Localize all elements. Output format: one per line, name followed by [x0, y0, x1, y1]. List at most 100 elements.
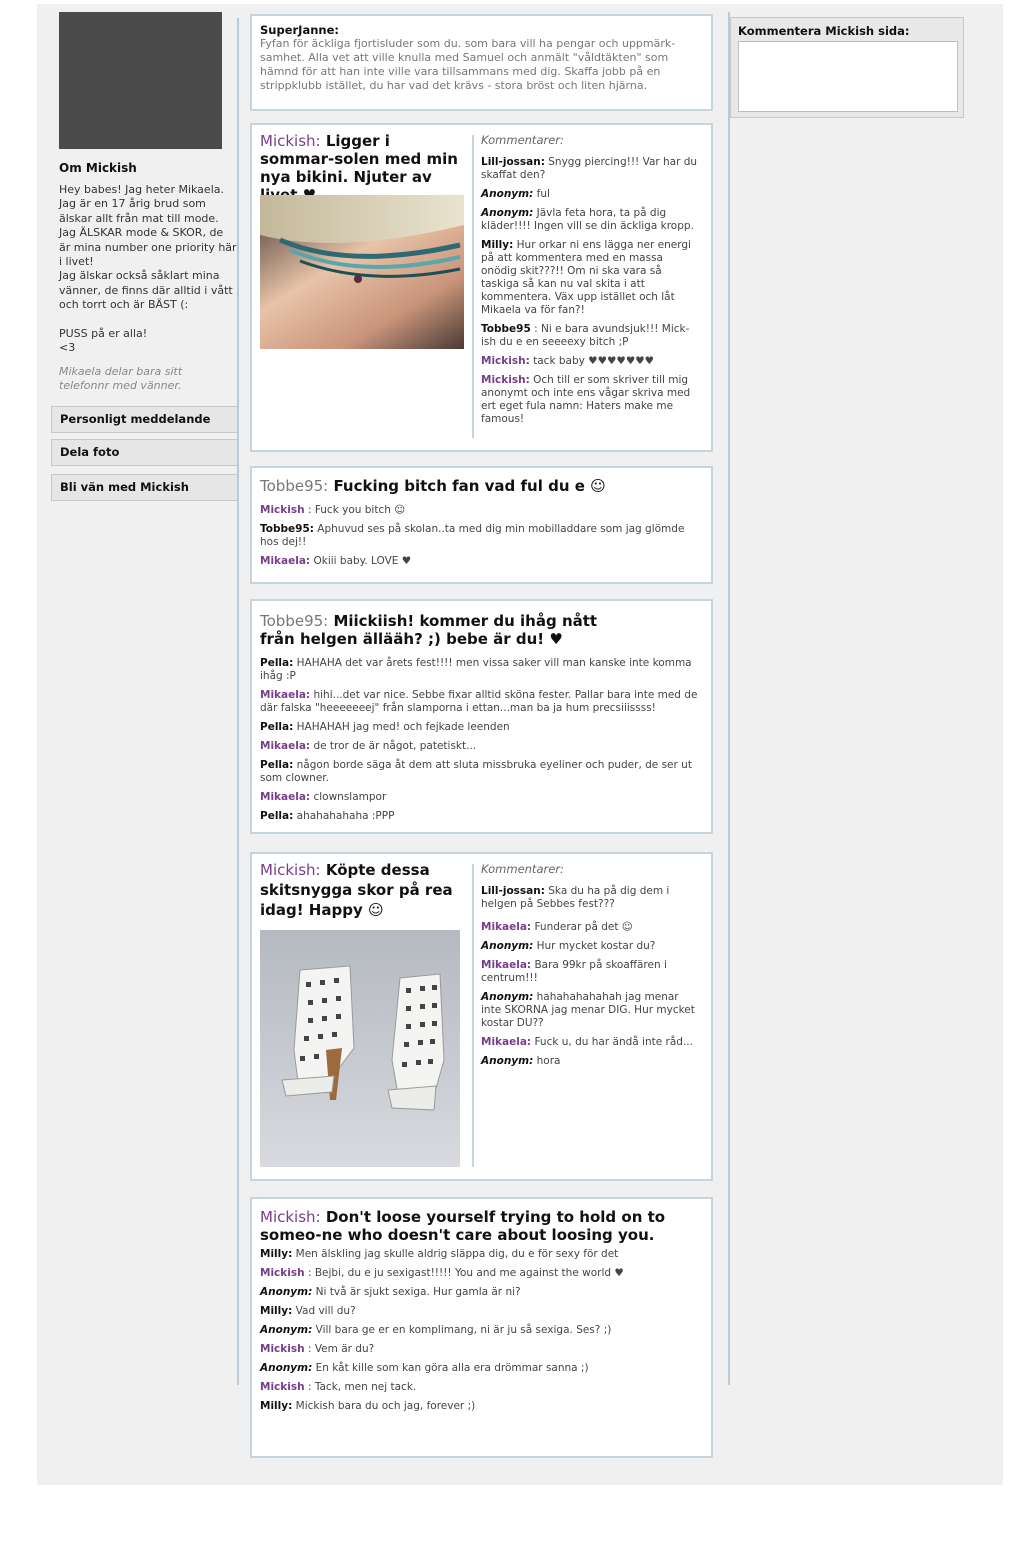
comment-item: Milly: Vad vill du? [260, 1305, 705, 1318]
comment-item: Anonym: hora [481, 1055, 699, 1068]
post-title: Tobbe95: Fucking bitch fan vad ful du e … [260, 477, 705, 495]
personal-message-button[interactable]: Personligt meddelande [51, 405, 238, 433]
comment-author[interactable]: Anonym: [481, 991, 533, 1003]
post-author[interactable]: Mickish: [260, 132, 321, 150]
comment-author[interactable]: Anonym: [260, 1362, 312, 1374]
comment-item: Mickish : Vem är du? [260, 1343, 705, 1356]
comment-item: Milly: Men älskling jag skulle aldrig sl… [260, 1248, 705, 1261]
comment-text: ahahahahaha :PPP [296, 810, 395, 822]
comment-author: SuperJanne: [260, 23, 339, 37]
post-author[interactable]: Mickish: [260, 1208, 321, 1226]
comment-author[interactable]: Milly: [260, 1305, 292, 1317]
post-author[interactable]: Mickish: [260, 861, 321, 879]
comment-item: Mikaela: clownslampor [260, 791, 705, 804]
post-card: Mickish: Ligger i sommar-solen med min n… [250, 123, 713, 452]
wall-comment-card: SuperJanne: Fyfan för äckliga fjortislud… [250, 14, 713, 111]
post-title: Tobbe95: Miickiish! kommer du ihåg nått … [260, 612, 630, 648]
comment-item: Mickish: tack baby ♥♥♥♥♥♥♥ [481, 355, 699, 368]
comment-author[interactable]: Mikaela: [260, 689, 310, 701]
comment-text: någon borde säga åt dem att sluta missbr… [260, 759, 692, 784]
comment-author[interactable]: Pella: [260, 657, 293, 669]
comment-text: Men älskling jag skulle aldrig släppa di… [295, 1248, 619, 1260]
comment-author[interactable]: Anonym: [260, 1324, 312, 1336]
comment-text: hora [536, 1055, 561, 1067]
comment-text: Vill bara ge er en komplimang, ni är ju … [315, 1324, 612, 1336]
share-photo-button[interactable]: Dela foto [51, 438, 238, 466]
comment-item: Anonym: En kåt kille som kan göra alla e… [260, 1362, 705, 1375]
comment-author[interactable]: Mickish: [481, 355, 530, 367]
column-separator [472, 864, 474, 1167]
comment-item: Tobbe95 : Ni e bara avundsjuk!!! Mick-is… [481, 323, 699, 349]
post-card: Mickish: Don't loose yourself trying to … [250, 1197, 713, 1458]
comment-author[interactable]: Mickish [260, 1343, 305, 1355]
comment-author[interactable]: Mickish: [481, 374, 530, 386]
comments-column: Kommentarer: Lill-jossan: Snygg piercing… [481, 133, 699, 432]
comment-author[interactable]: Mikaela: [260, 740, 310, 752]
comment-author[interactable]: Anonym: [481, 940, 533, 952]
comment-author[interactable]: Tobbe95: [260, 523, 314, 535]
comment-input[interactable] [738, 41, 958, 112]
comment-text: Fyfan för äckliga fjortisluder som du. s… [260, 37, 676, 92]
about-text: Hey babes! Jag heter Mikaela. Jag är en … [59, 183, 237, 355]
comment-item: Anonym: Ni två är sjukt sexiga. Hur gaml… [260, 1286, 705, 1299]
comment-text: hihi...det var nice. Sebbe fixar alltid … [260, 689, 698, 714]
comment-text: : Tack, men nej tack. [307, 1381, 417, 1393]
comment-item: Mickish: Och till er som skriver till mi… [481, 374, 699, 426]
comment-item: Pella: någon borde säga åt dem att sluta… [260, 759, 705, 785]
comment-author[interactable]: Mickish [260, 1381, 305, 1393]
comment-author[interactable]: Pella: [260, 810, 293, 822]
comment-author[interactable]: Mikaela: [481, 959, 531, 971]
comment-author[interactable]: Pella: [260, 721, 293, 733]
phone-note: Mikaela delar bara sitt telefonnr med vä… [59, 364, 183, 393]
comment-item: Pella: HAHAHAH jag med! och fejkade leen… [260, 721, 705, 734]
comment-author[interactable]: Mikaela: [481, 1036, 531, 1048]
comment-author[interactable]: Anonym: [481, 188, 533, 200]
about-title: Om Mickish [59, 161, 137, 175]
post-author[interactable]: Tobbe95: [260, 477, 328, 495]
post-photo[interactable] [260, 930, 460, 1167]
comment-author[interactable]: Lill-jossan: [481, 885, 545, 897]
comment-author[interactable]: Pella: [260, 759, 293, 771]
profile-sidebar: Om Mickish Hey babes! Jag heter Mikaela.… [51, 12, 238, 501]
comment-author[interactable]: Mickish [260, 1267, 305, 1279]
comment-item: Pella: ahahahahaha :PPP [260, 810, 705, 823]
comment-item: Anonym: Hur mycket kostar du? [481, 940, 699, 953]
comment-author[interactable]: Mickish [260, 504, 305, 516]
comment-text: : Bejbi, du e ju sexigast!!!!! You and m… [307, 1267, 624, 1279]
comment-author[interactable]: Mikaela: [260, 555, 310, 567]
comment-text: Aphuvud ses på skolan..ta med dig min mo… [260, 523, 685, 548]
comment-author[interactable]: Milly: [260, 1248, 292, 1260]
comment-item: Anonym: hahahahahahah jag menar inte SKO… [481, 991, 699, 1030]
post-photo[interactable] [260, 195, 464, 349]
comment-author[interactable]: Anonym: [260, 1286, 312, 1298]
comment-item: Mikaela: Okiii baby. LOVE ♥ [260, 555, 705, 568]
befriend-button[interactable]: Bli vän med Mickish [51, 473, 238, 501]
comment-text: clownslampor [313, 791, 387, 803]
comments-column: Kommentarer: Lill-jossan: Ska du ha på d… [481, 862, 699, 1074]
comment-text: Mickish bara du och jag, forever ;) [295, 1400, 476, 1412]
comment-author[interactable]: Anonym: [481, 1055, 533, 1067]
comment-text: tack baby ♥♥♥♥♥♥♥ [533, 355, 655, 367]
comment-author[interactable]: Milly: [481, 239, 513, 251]
comment-author[interactable]: Tobbe95 [481, 323, 531, 335]
comment-author[interactable]: Mikaela: [260, 791, 310, 803]
post-author[interactable]: Tobbe95: [260, 612, 328, 630]
column-separator [472, 135, 474, 438]
comment-item: Tobbe95: Aphuvud ses på skolan..ta med d… [260, 523, 705, 549]
comment-author[interactable]: Lill-jossan: [481, 156, 545, 168]
comment-item: Pella: HAHAHA det var årets fest!!!! men… [260, 657, 705, 683]
comment-text: Ni två är sjukt sexiga. Hur gamla är ni? [315, 1286, 521, 1298]
comment-item: Lill-jossan: Snygg piercing!!! Var har d… [481, 156, 699, 182]
comments-heading: Kommentarer: [481, 133, 564, 147]
post-card: Tobbe95: Miickiish! kommer du ihåg nått … [250, 599, 713, 834]
comments-list: Mickish : Fuck you bitch ☺ Tobbe95: Aphuv… [260, 504, 705, 574]
comment-item: Lill-jossan: Ska du ha på dig dem i helg… [481, 885, 699, 911]
comment-text: : Vem är du? [307, 1343, 375, 1355]
comment-author[interactable]: Anonym: [481, 207, 533, 219]
comment-author[interactable]: Milly: [260, 1400, 292, 1412]
post-card: Tobbe95: Fucking bitch fan vad ful du e … [250, 466, 713, 584]
avatar[interactable] [59, 12, 222, 149]
comment-author[interactable]: Mikaela: [481, 921, 531, 933]
post-title: Mickish: Don't loose yourself trying to … [260, 1208, 705, 1244]
comment-label: Kommentera Mickish sida: [738, 24, 910, 38]
